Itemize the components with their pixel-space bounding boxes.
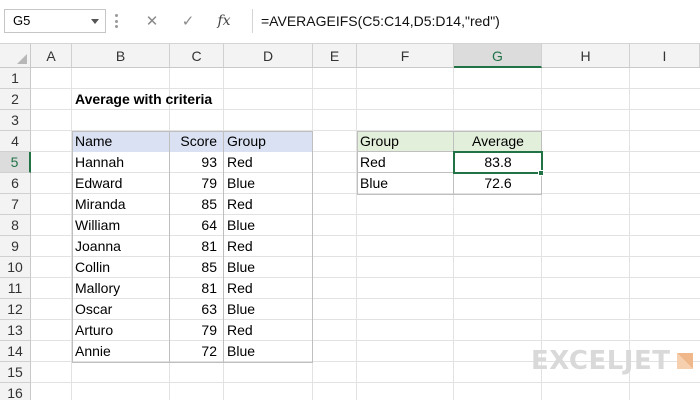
formula-input[interactable]: =AVERAGEIFS(C5:C14,D5:D14,"red") bbox=[252, 9, 700, 33]
active-cell-selection[interactable] bbox=[453, 151, 543, 174]
row-header[interactable]: 9 bbox=[0, 236, 31, 257]
select-all-button[interactable] bbox=[0, 44, 31, 68]
row-header[interactable]: 5 bbox=[0, 152, 31, 173]
row-header[interactable]: 11 bbox=[0, 278, 31, 299]
cancel-icon[interactable]: ✕ bbox=[134, 9, 170, 33]
row-header[interactable]: 10 bbox=[0, 257, 31, 278]
column-header-h[interactable]: H bbox=[542, 44, 630, 68]
row-header[interactable]: 3 bbox=[0, 110, 31, 131]
insert-function-icon[interactable]: fx bbox=[206, 9, 242, 33]
row-header[interactable]: 2 bbox=[0, 89, 31, 110]
column-header-a[interactable]: A bbox=[31, 44, 72, 68]
formula-buttons: ✕ ✓ fx bbox=[134, 9, 250, 33]
data-table-border bbox=[72, 131, 313, 363]
data-table-divider bbox=[169, 131, 170, 363]
exceljet-logo: EXCELJET bbox=[531, 346, 696, 376]
sheet-title: Average with criteria bbox=[75, 91, 213, 107]
formula-bar: G5 ✕ ✓ fx =AVERAGEIFS(C5:C14,D5:D14,"red… bbox=[0, 0, 700, 44]
column-header-e[interactable]: E bbox=[313, 44, 357, 68]
logo-text: EXCELJET bbox=[531, 346, 671, 376]
row-header[interactable]: 12 bbox=[0, 299, 31, 320]
name-box-value: G5 bbox=[13, 13, 31, 28]
column-header-d[interactable]: D bbox=[224, 44, 313, 68]
name-box[interactable]: G5 bbox=[4, 9, 106, 33]
row-header[interactable]: 7 bbox=[0, 194, 31, 215]
logo-mark-icon bbox=[677, 353, 694, 369]
row-header[interactable]: 8 bbox=[0, 215, 31, 236]
enter-icon[interactable]: ✓ bbox=[170, 9, 206, 33]
row-header[interactable]: 4 bbox=[0, 131, 31, 152]
column-header-i[interactable]: I bbox=[630, 44, 700, 68]
column-header-f[interactable]: F bbox=[357, 44, 454, 68]
select-all-icon bbox=[17, 54, 27, 64]
drag-handle-icon[interactable] bbox=[115, 14, 119, 28]
worksheet-grid: A B C D E F G H I 1 2 3 4 5 6 7 8 9 10 1… bbox=[0, 44, 700, 400]
fill-handle[interactable] bbox=[538, 170, 544, 176]
chevron-down-icon[interactable] bbox=[91, 19, 99, 24]
row-header[interactable]: 16 bbox=[0, 383, 31, 400]
row-header[interactable]: 6 bbox=[0, 173, 31, 194]
column-header-g[interactable]: G bbox=[454, 44, 542, 68]
column-header-c[interactable]: C bbox=[170, 44, 224, 68]
row-header[interactable]: 14 bbox=[0, 341, 31, 362]
row-header[interactable]: 15 bbox=[0, 362, 31, 383]
gridline bbox=[453, 68, 454, 400]
gridline bbox=[356, 68, 357, 400]
data-table-divider bbox=[223, 131, 224, 363]
row-header[interactable]: 1 bbox=[0, 68, 31, 89]
column-header-b[interactable]: B bbox=[72, 44, 170, 68]
row-header[interactable]: 13 bbox=[0, 320, 31, 341]
